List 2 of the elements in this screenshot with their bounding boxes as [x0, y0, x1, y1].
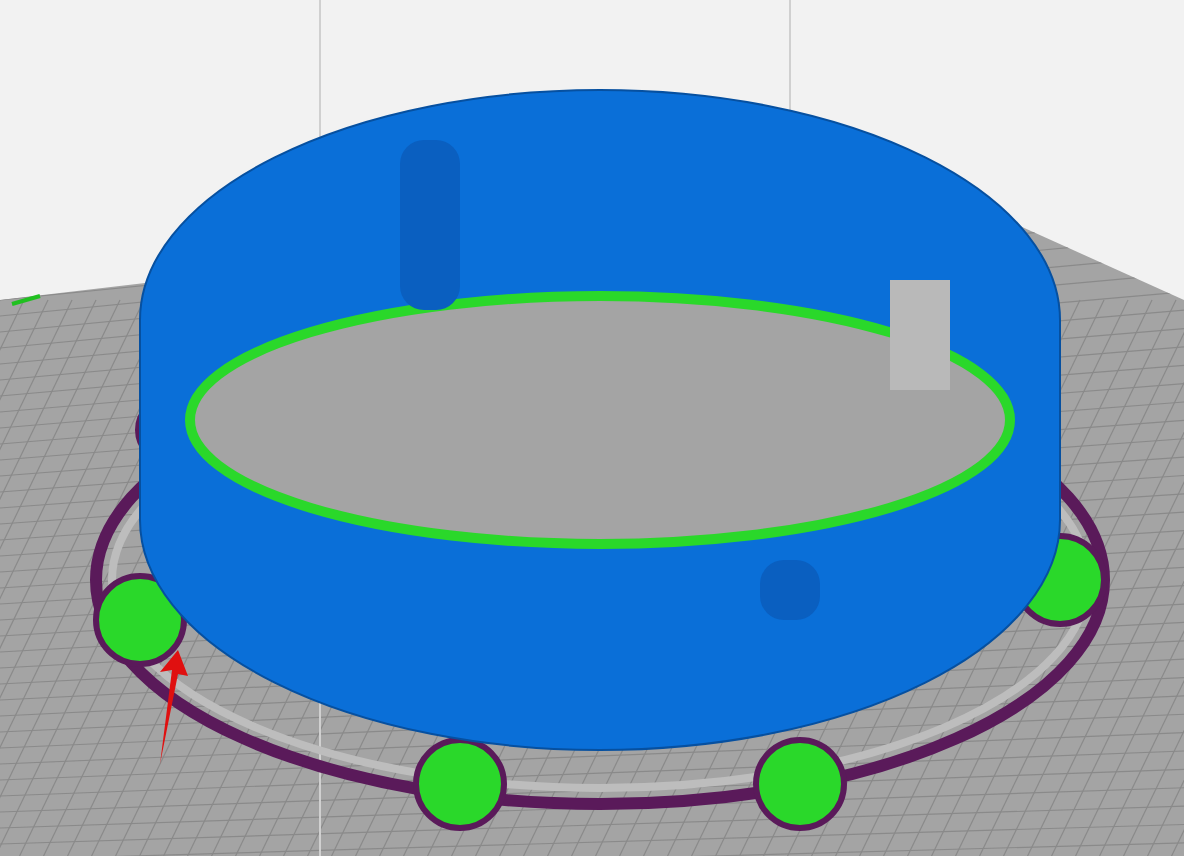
axis-line — [11, 294, 41, 306]
arrow — [160, 650, 188, 764]
